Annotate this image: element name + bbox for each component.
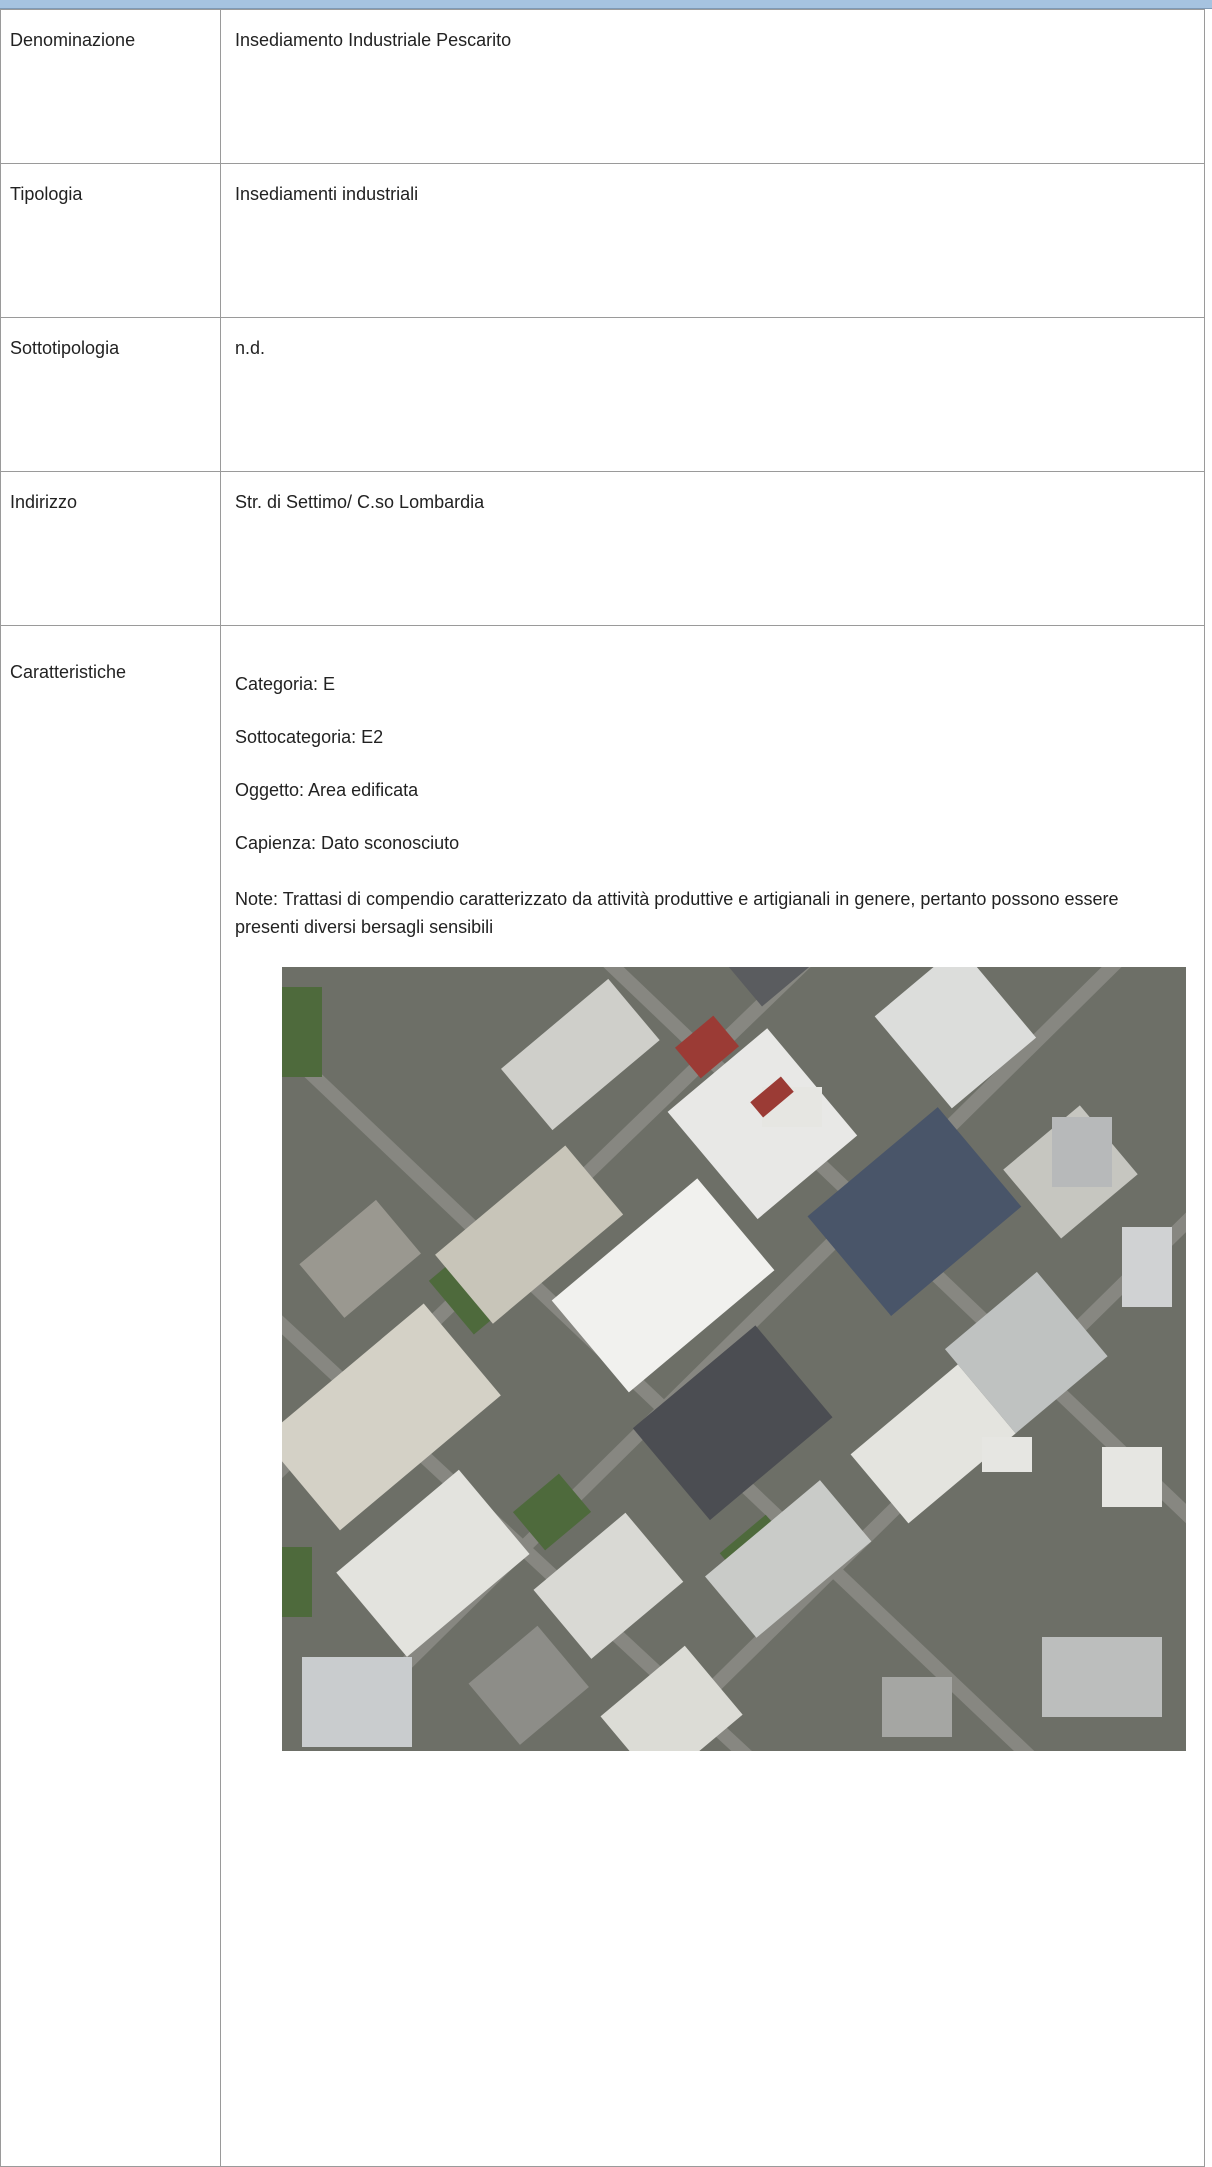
- table-row: Indirizzo Str. di Settimo/ C.so Lombardi…: [0, 471, 1205, 626]
- label-sottotipologia: Sottotipologia: [0, 317, 221, 472]
- table-row: Tipologia Insediamenti industriali: [0, 163, 1205, 318]
- aerial-photo-industrial-area-icon: [282, 967, 1186, 1751]
- label-denominazione: Denominazione: [0, 9, 221, 164]
- value-caratteristiche: Categoria: E Sottocategoria: E2 Oggetto:…: [220, 625, 1205, 2167]
- value-denominazione: Insediamento Industriale Pescarito: [220, 9, 1205, 164]
- table-row: Caratteristiche Categoria: E Sottocatego…: [0, 625, 1205, 2167]
- info-table: Denominazione Insediamento Industriale P…: [0, 9, 1205, 2167]
- sottocategoria-text: Sottocategoria: E2: [235, 727, 384, 747]
- table-row: Denominazione Insediamento Industriale P…: [0, 9, 1205, 164]
- header-bar: [0, 0, 1212, 9]
- capienza-text: Capienza: Dato sconosciuto: [235, 833, 460, 853]
- label-caratteristiche: Caratteristiche: [0, 625, 221, 2167]
- value-tipologia: Insediamenti industriali: [220, 163, 1205, 318]
- categoria-text: Categoria: E: [235, 674, 336, 694]
- note-text: Note: Trattasi di compendio caratterizza…: [235, 889, 1119, 937]
- aerial-photo: [282, 967, 1186, 1751]
- oggetto-text: Oggetto: Area edificata: [235, 780, 419, 800]
- value-sottotipologia: n.d.: [220, 317, 1205, 472]
- value-indirizzo: Str. di Settimo/ C.so Lombardia: [220, 471, 1205, 626]
- table-row: Sottotipologia n.d.: [0, 317, 1205, 472]
- label-indirizzo: Indirizzo: [0, 471, 221, 626]
- label-tipologia: Tipologia: [0, 163, 221, 318]
